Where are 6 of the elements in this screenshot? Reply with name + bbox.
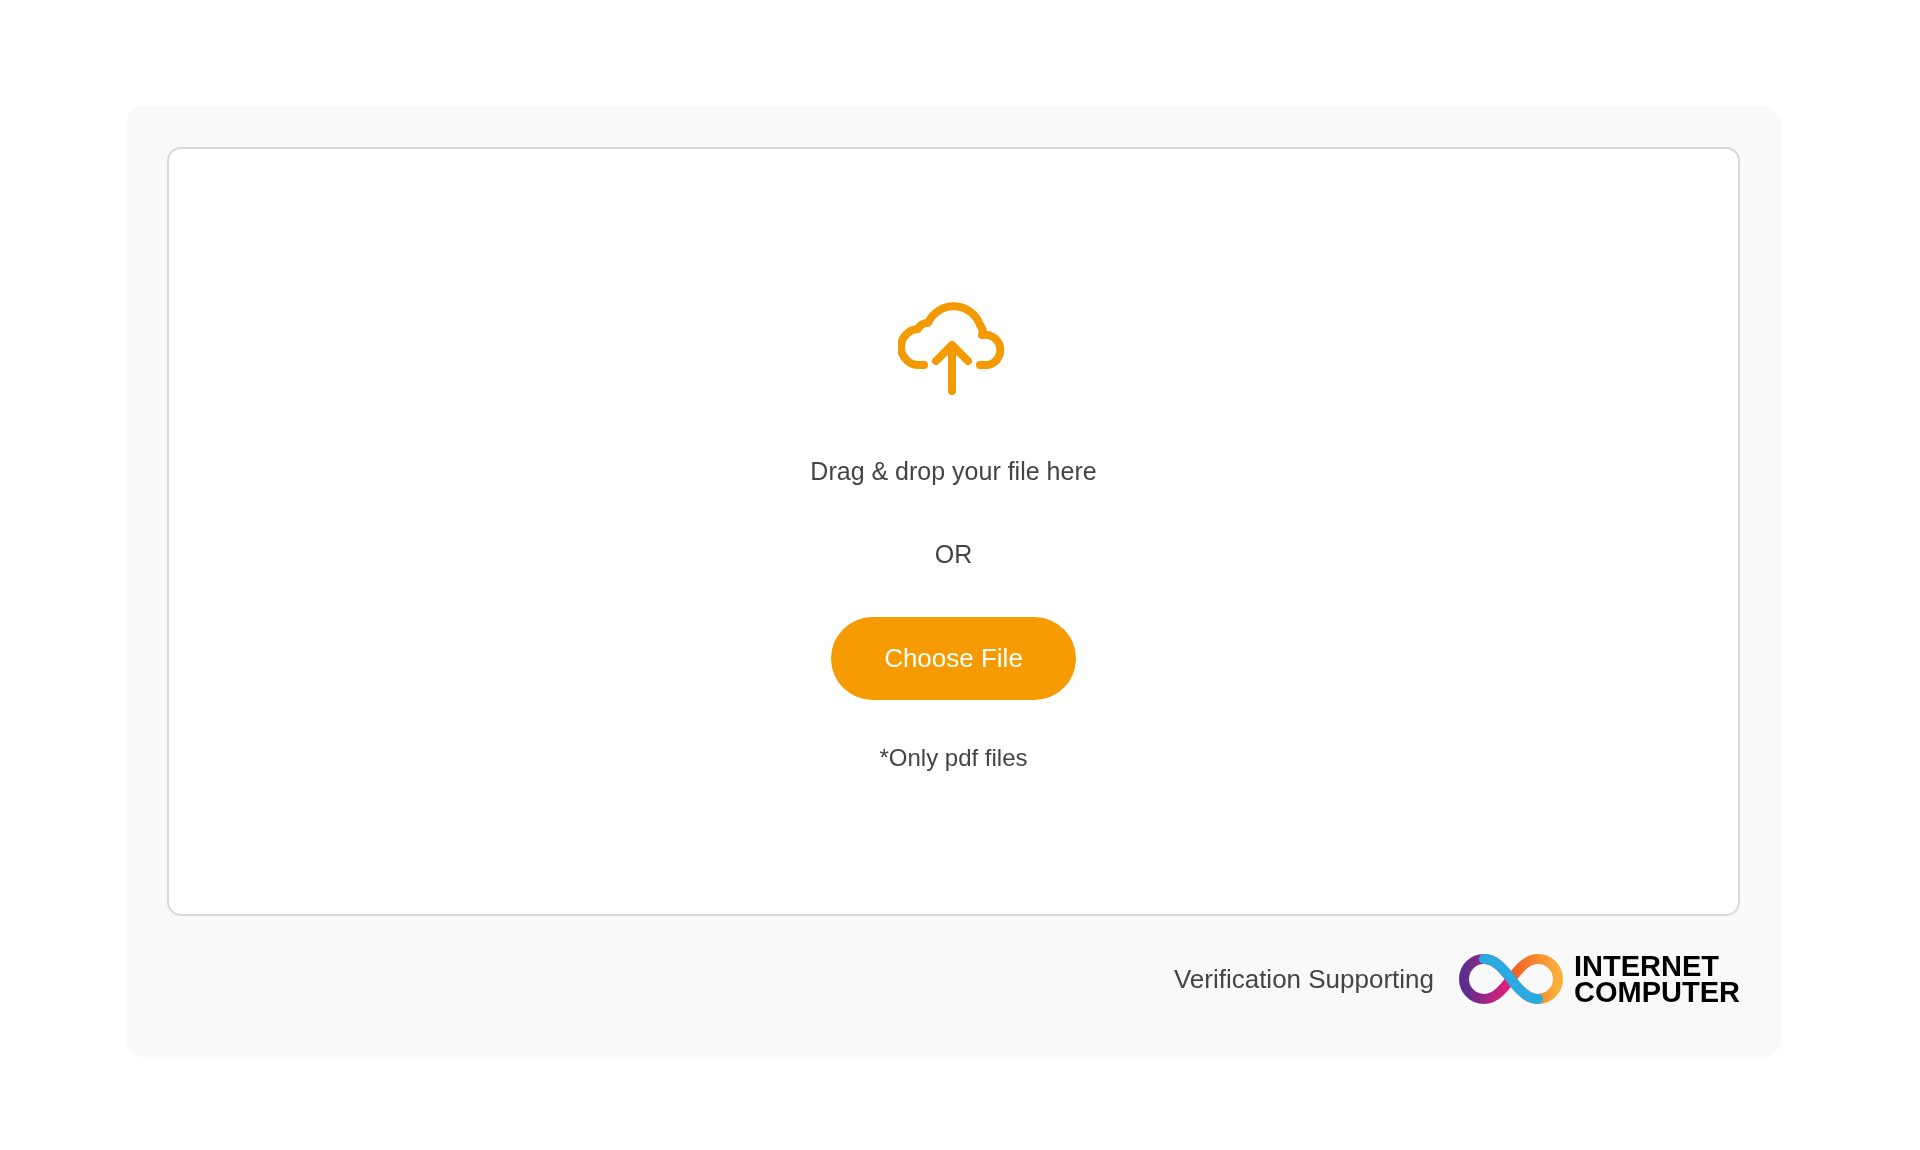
verification-label: Verification Supporting — [1173, 962, 1435, 996]
or-separator: OR — [934, 538, 973, 570]
drop-instruction: Drag & drop your file here — [810, 456, 1097, 487]
drop-zone[interactable]: Drag & drop your file here OR Choose File *Only pdf files — [167, 147, 1740, 916]
logo-wordmark: INTERNET COMPUTER — [1574, 953, 1740, 1005]
file-type-note: *Only pdf files — [879, 743, 1028, 773]
